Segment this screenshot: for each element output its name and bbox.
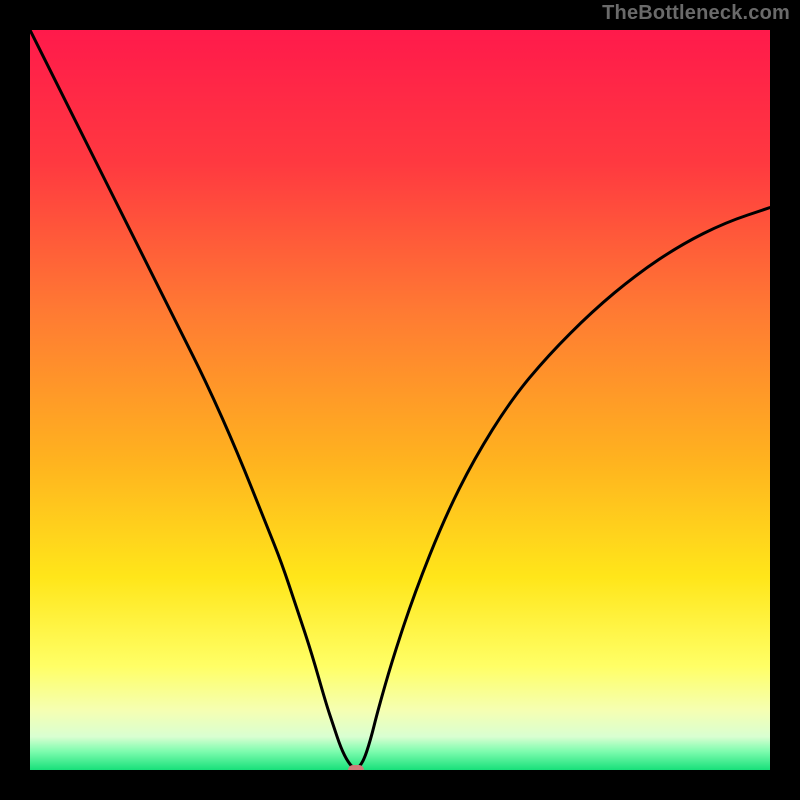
notch-marker — [348, 765, 364, 770]
chart-svg — [30, 30, 770, 770]
plot-area — [30, 30, 770, 770]
watermark-text: TheBottleneck.com — [602, 2, 790, 25]
gradient-background — [30, 30, 770, 770]
chart-frame: TheBottleneck.com — [0, 0, 800, 800]
